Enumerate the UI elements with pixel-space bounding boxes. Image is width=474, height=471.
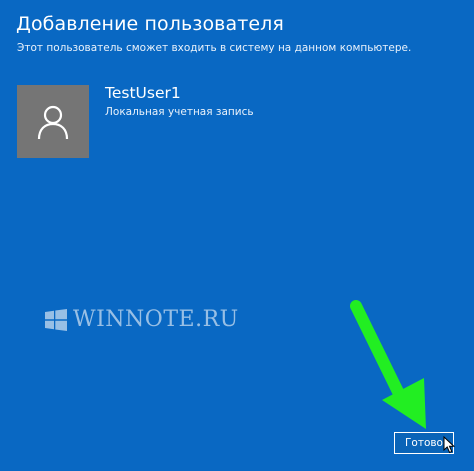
watermark: WINNOTE.RU	[45, 307, 239, 332]
page-subtitle: Этот пользователь сможет входить в систе…	[17, 42, 412, 54]
user-silhouette-icon	[37, 105, 69, 139]
avatar	[17, 85, 89, 158]
mouse-cursor-icon	[443, 436, 455, 454]
add-user-screen: Добавление пользователя Этот пользовател…	[0, 0, 474, 471]
windows-logo-icon	[45, 308, 67, 331]
watermark-text: WINNOTE.RU	[73, 307, 239, 332]
user-name: TestUser1	[105, 84, 181, 102]
account-type: Локальная учетная запись	[105, 106, 254, 118]
page-title: Добавление пользователя	[16, 13, 284, 35]
green-arrow-icon	[350, 300, 426, 429]
